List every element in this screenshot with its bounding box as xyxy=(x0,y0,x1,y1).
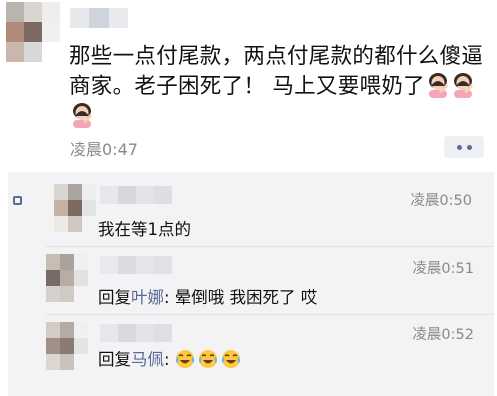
comment-body: 我在等1点的 xyxy=(98,220,191,239)
comment-avatar[interactable] xyxy=(46,322,88,370)
comment-timestamp: 凌晨0:50 xyxy=(410,193,472,209)
reply-prefix: 回复 xyxy=(98,288,131,307)
post-timestamp: 凌晨0:47 xyxy=(70,140,138,159)
comment-text: 回复叶娜: 晕倒哦 我困死了 哎 xyxy=(98,284,317,308)
comment-timestamp: 凌晨0:52 xyxy=(412,327,474,343)
comment-body: : xyxy=(164,350,175,369)
tears-of-joy-emoji xyxy=(198,350,217,368)
comment-body: : 晕倒哦 我困死了 哎 xyxy=(164,288,318,307)
more-dots-icon xyxy=(466,144,472,150)
comment-username-blurred[interactable] xyxy=(100,256,172,274)
comment-text: 我在等1点的 xyxy=(98,216,191,240)
comment-username-blurred[interactable] xyxy=(100,324,172,342)
like-mark-icon xyxy=(13,196,22,205)
facepalm-woman-emoji xyxy=(73,103,92,128)
reply-to-name-link[interactable]: 马佩 xyxy=(131,350,164,369)
tears-of-joy-emoji xyxy=(175,350,194,368)
facepalm-woman-emoji xyxy=(453,73,473,98)
reply-to-name-link[interactable]: 叶娜 xyxy=(131,288,164,307)
comment-avatar[interactable] xyxy=(54,184,96,232)
reply-prefix: 回复 xyxy=(98,350,131,369)
more-actions-button[interactable] xyxy=(444,136,484,158)
comment-divider xyxy=(46,246,494,247)
comment-avatar[interactable] xyxy=(46,254,88,302)
comment-timestamp: 凌晨0:51 xyxy=(412,261,474,277)
post-avatar[interactable] xyxy=(6,2,60,62)
more-dots-icon xyxy=(456,144,462,150)
facepalm-woman-emoji xyxy=(428,73,448,98)
post-username-blurred[interactable] xyxy=(70,8,128,28)
comment-username-blurred[interactable] xyxy=(100,186,172,204)
comment-divider xyxy=(46,314,494,315)
post-text: 那些一点付尾款，两点付尾款的都什么傻逼商家。老子困死了！ 马上又要喂奶了 xyxy=(69,44,484,99)
comment-text: 回复马佩: xyxy=(98,346,244,370)
tears-of-joy-emoji xyxy=(221,350,240,368)
post-content: 那些一点付尾款，两点付尾款的都什么傻逼商家。老子困死了！ 马上又要喂奶了 xyxy=(69,42,489,132)
